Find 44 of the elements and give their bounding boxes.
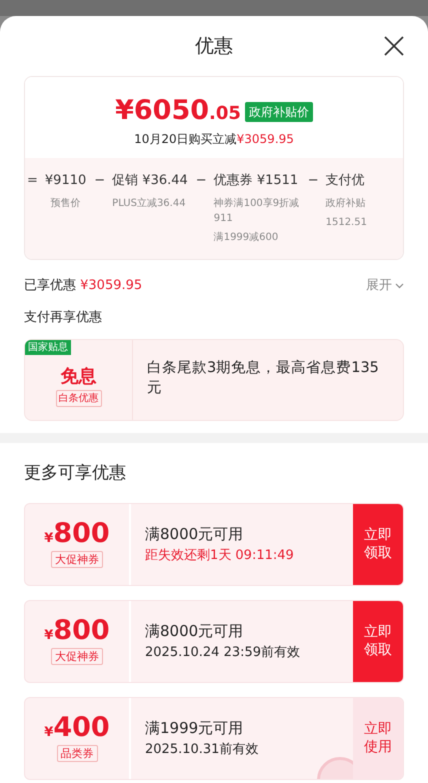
discount-summary: 10月20日购买立减¥3059.95 [134, 131, 294, 148]
coupon-validity: 2025.10.31前有效 [145, 740, 260, 758]
operator: = [27, 172, 38, 190]
operator: − [308, 172, 319, 190]
claim-button[interactable]: 立即领取 [353, 600, 403, 682]
claim-button[interactable]: 立即领取 [353, 504, 403, 584]
close-icon [383, 35, 405, 57]
coupon-validity: 距失效还剩1天 09:11:49 [145, 546, 295, 564]
final-price: ¥6050.05 [115, 97, 241, 124]
breakdown-note: PLUS立减36.44 [112, 196, 186, 211]
coupon-amount: ¥800 [44, 617, 110, 644]
coupon-condition: 满8000元可用 [145, 621, 244, 642]
coupon-type-tag: 品类券 [56, 745, 98, 762]
interest-free-card[interactable]: 国家贴息 免息 白条优惠 白条尾款3期免息，最高省息费135元 [24, 339, 404, 421]
breakdown-note: 1512.51 [326, 216, 367, 230]
expand-toggle[interactable]: 展开 [366, 276, 404, 296]
section-subtitle: 支付再享优惠 [24, 308, 103, 326]
coupon-amount: ¥800 [44, 520, 110, 547]
interest-free-description: 白条尾款3期免息，最高省息费135元 [146, 358, 380, 398]
breakdown-amount: 优惠券 ¥1511 [214, 172, 298, 190]
breakdown-note: 满1999减600 [214, 230, 278, 245]
baitiao-tag: 白条优惠 [56, 390, 102, 407]
breakdown-amount: 促销 ¥36.44 [112, 172, 188, 190]
coupon-type-tag: 大促神券 [51, 648, 103, 665]
national-subsidy-badge: 国家贴息 [25, 340, 71, 355]
breakdown-note: 政府补贴 [326, 196, 366, 211]
coupon-type-tag: 大促神券 [51, 551, 103, 568]
chevron-icon [395, 282, 404, 289]
sheet-title: 优惠 [195, 34, 233, 59]
coupon-condition: 满1999元可用 [145, 718, 244, 739]
interest-free-label: 免息 [60, 365, 96, 389]
coupon-condition: 满8000元可用 [145, 524, 244, 545]
subsidy-tag: 政府补贴价 [244, 102, 313, 122]
use-button[interactable]: 立即使用 [353, 698, 403, 778]
breakdown-note: 神券满100享9折减911 [214, 196, 300, 226]
breakdown-note: 预售价 [50, 197, 81, 211]
operator: − [196, 172, 207, 190]
breakdown-amount: 支付优 [326, 172, 365, 190]
breakdown-amount: ¥9110 [44, 172, 86, 190]
coupon-amount: ¥400 [44, 714, 110, 741]
enjoyed-discount: 已享优惠 ¥3059.95 [24, 277, 142, 295]
coupon-validity: 2025.10.24 23:59前有效 [145, 644, 302, 662]
operator: − [94, 172, 106, 190]
section-title: 更多可享优惠 [24, 462, 127, 485]
